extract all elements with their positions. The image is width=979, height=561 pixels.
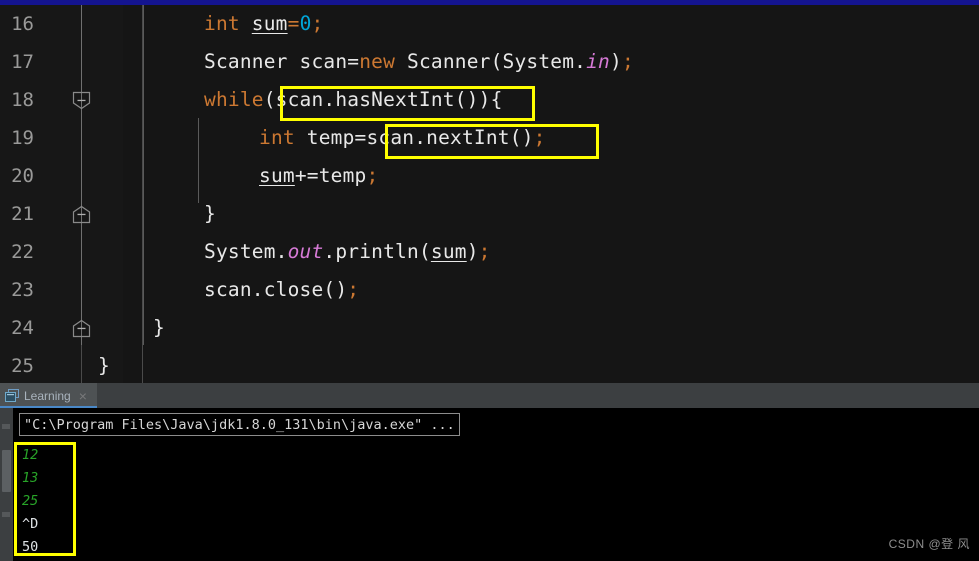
token: (scan.hasNextInt()){ xyxy=(263,88,503,111)
watermark: CSDN @登 风 xyxy=(888,537,970,551)
token: while xyxy=(204,88,264,111)
token: } xyxy=(204,202,216,225)
code-line-22[interactable]: System.out.println(sum); xyxy=(204,233,491,271)
code-line-17[interactable]: Scanner scan=new Scanner(System.in); xyxy=(204,43,634,81)
console-tab-strip[interactable]: Learning × xyxy=(0,383,979,408)
token: out xyxy=(287,240,324,263)
token: sum xyxy=(430,240,467,263)
line-number-20: 20 xyxy=(11,165,34,187)
tab-learning-label: Learning xyxy=(24,388,71,403)
code-line-21[interactable]: } xyxy=(204,195,216,233)
code-editor[interactable]: 16 17 18 19 20 21 22 23 24 25 int sum=0; Scanner s… xyxy=(0,5,979,383)
token: = xyxy=(287,12,300,35)
console-output-line-3: 25 xyxy=(22,493,39,509)
token: int xyxy=(204,12,240,35)
console-output-line-5: 50 xyxy=(22,539,39,555)
token: 0 xyxy=(299,12,312,35)
code-content[interactable]: int sum=0; Scanner scan=new Scanner(Syste… xyxy=(98,5,979,383)
editor-gutter[interactable]: 16 17 18 19 20 21 22 23 24 25 xyxy=(0,5,143,383)
token: +=temp xyxy=(294,164,367,187)
token: ; xyxy=(366,164,379,187)
indent-guide-level-2 xyxy=(198,118,199,203)
token: int xyxy=(259,126,295,149)
token: ; xyxy=(347,278,360,301)
line-number-23: 23 xyxy=(11,279,34,301)
console-scrollbar[interactable] xyxy=(0,408,13,561)
code-line-24[interactable]: } xyxy=(153,309,165,347)
token: ) xyxy=(610,50,622,73)
token: Scanner scan= xyxy=(204,50,360,73)
console-command-line: "C:\Program Files\Java\jdk1.8.0_131\bin\… xyxy=(19,413,460,436)
token: Scanner(System. xyxy=(395,50,587,73)
token: } xyxy=(98,354,110,377)
code-line-18[interactable]: while(scan.hasNextInt()){ xyxy=(204,81,503,119)
run-console-panel[interactable]: Learning × "C:\Program Files\Java\jdk1.8… xyxy=(0,383,979,561)
close-icon[interactable]: × xyxy=(79,389,87,403)
code-line-25[interactable]: } xyxy=(98,347,110,385)
token: ) xyxy=(466,240,479,263)
tab-learning[interactable]: Learning × xyxy=(0,383,97,408)
token: ; xyxy=(621,50,634,73)
line-number-17: 17 xyxy=(11,51,34,73)
token: .println( xyxy=(323,240,431,263)
token: System. xyxy=(204,240,288,263)
line-number-22: 22 xyxy=(11,241,34,263)
line-number-25: 25 xyxy=(11,355,34,377)
token: ; xyxy=(311,12,324,35)
scrollbar-tick-bottom xyxy=(2,512,10,517)
fold-collapse-line-21[interactable] xyxy=(72,205,91,224)
console-window-icon xyxy=(5,389,19,402)
line-number-19: 19 xyxy=(11,127,34,149)
token: in xyxy=(586,50,610,73)
code-line-23[interactable]: scan.close(); xyxy=(204,271,359,309)
fold-collapse-line-24[interactable] xyxy=(72,319,91,338)
line-number-16: 16 xyxy=(11,13,34,35)
token: temp=scan.nextInt() xyxy=(294,126,534,149)
console-output-line-2: 13 xyxy=(22,470,39,486)
code-line-20[interactable]: sum+=temp; xyxy=(259,157,378,195)
line-number-21: 21 xyxy=(11,203,34,225)
scrollbar-tick-top xyxy=(2,424,10,429)
token: sum xyxy=(251,12,288,35)
token: ; xyxy=(533,126,546,149)
token: sum xyxy=(259,164,295,187)
console-command-line-text: "C:\Program Files\Java\jdk1.8.0_131\bin\… xyxy=(24,416,455,433)
line-number-24: 24 xyxy=(11,317,34,339)
token: ; xyxy=(478,240,491,263)
fold-region-spine xyxy=(81,5,82,345)
console-output-line-1: 12 xyxy=(22,447,39,463)
code-line-16[interactable]: int sum=0; xyxy=(204,5,323,43)
indent-guide-level-1 xyxy=(143,5,144,345)
line-number-18: 18 xyxy=(11,89,34,111)
scrollbar-thumb[interactable] xyxy=(2,450,11,492)
token: scan.close() xyxy=(204,278,348,301)
code-line-19[interactable]: int temp=scan.nextInt(); xyxy=(259,119,546,157)
token: } xyxy=(153,316,165,339)
fold-collapse-line-18[interactable] xyxy=(72,91,91,110)
console-output-line-4: ^D xyxy=(22,516,39,532)
console-output-area[interactable]: "C:\Program Files\Java\jdk1.8.0_131\bin\… xyxy=(13,408,979,561)
token: new xyxy=(359,50,396,73)
